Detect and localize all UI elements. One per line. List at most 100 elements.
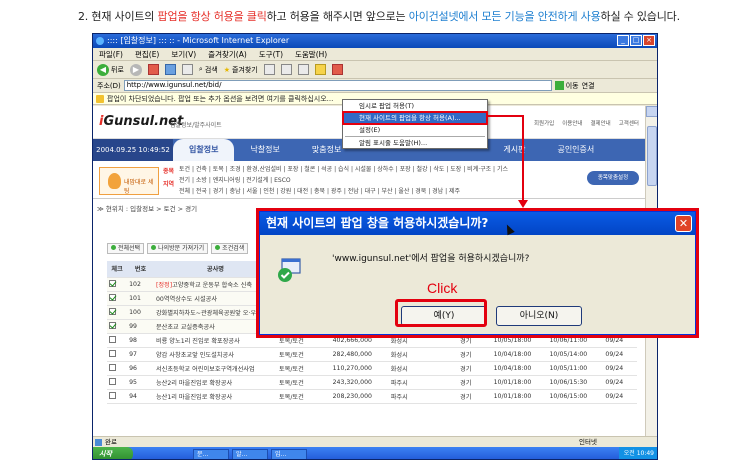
status-text: 완료 bbox=[105, 438, 117, 446]
category-list-trade[interactable]: 토건 | 건축 | 토목 | 조경 | 환경,산업설비 | 포장 | 철콘 | … bbox=[179, 164, 508, 173]
mail-icon[interactable] bbox=[280, 64, 292, 75]
row-checkbox[interactable] bbox=[109, 336, 116, 344]
menu-favorites[interactable]: 즐겨찾기(A) bbox=[208, 48, 247, 60]
link-join[interactable]: 회원가입 bbox=[534, 119, 554, 127]
dialog-close-button[interactable]: ✕ bbox=[675, 215, 692, 232]
project-name-link[interactable]: 능산1리 마을진입로 확장공사 bbox=[156, 394, 232, 401]
my-setting-button[interactable]: 내맘대로 세팅 bbox=[99, 167, 159, 195]
my-bid-button[interactable]: 나의방문 가져가기 bbox=[147, 243, 209, 254]
links-label[interactable]: 연결 bbox=[582, 81, 595, 91]
link-payment[interactable]: 결제안내 bbox=[591, 119, 611, 127]
cell-d2: 10/05/14:00 bbox=[547, 347, 604, 362]
menu-bar: 파일(F) 편집(E) 보기(V) 즐겨찾기(A) 도구(T) 도움말(H) bbox=[93, 48, 657, 61]
menu-item-allow-temporarily[interactable]: 임시로 팝업 허용(T) bbox=[343, 100, 487, 112]
tab-certificate[interactable]: 공인인증서 bbox=[541, 139, 610, 161]
project-name-link[interactable]: 00역역상수도 시설공사 bbox=[156, 296, 217, 303]
select-all-button[interactable]: 전체선택 bbox=[107, 243, 145, 254]
row-checkbox[interactable] bbox=[109, 364, 116, 372]
instruction-highlight-blue: 아이건설넷에서 모든 기능을 안전하게 사용 bbox=[408, 10, 601, 23]
category-list-trade-2[interactable]: 전기 | 소방 | 엔지니어링 | 전기설계 | ESCO bbox=[179, 175, 291, 184]
menu-view[interactable]: 보기(V) bbox=[171, 48, 196, 60]
row-checkbox[interactable] bbox=[109, 322, 116, 330]
task-item[interactable]: 문... bbox=[193, 448, 229, 459]
row-checkbox[interactable] bbox=[109, 294, 116, 302]
menu-tools[interactable]: 도구(T) bbox=[259, 48, 283, 60]
table-row[interactable]: 97 양감 사창초교앞 인도설치공사 토목/토건 282,480,000 화성시 경기 10… bbox=[107, 347, 637, 362]
print-icon[interactable] bbox=[297, 64, 309, 75]
cell-d1: 10/04/18:00 bbox=[491, 347, 548, 362]
menu-item-infobar-help[interactable]: 알림 표시줄 도움말(H)... bbox=[343, 137, 487, 149]
link-guide[interactable]: 이용안내 bbox=[562, 119, 582, 127]
cell-no: 97 bbox=[127, 347, 154, 362]
menu-file[interactable]: 파일(F) bbox=[99, 48, 123, 60]
tab-award-info[interactable]: 낙찰정보 bbox=[234, 139, 295, 161]
cell-no: 94 bbox=[127, 389, 154, 404]
menu-help[interactable]: 도움말(H) bbox=[295, 48, 327, 60]
cell-d3: 09/24 bbox=[603, 347, 637, 362]
row-checkbox[interactable] bbox=[109, 392, 116, 400]
row-checkbox[interactable] bbox=[109, 350, 116, 358]
history-icon[interactable] bbox=[263, 64, 275, 75]
pin-icon bbox=[108, 173, 121, 189]
taskbar: 시작 문... 알... 입... 오전 10:49 bbox=[93, 447, 657, 459]
table-row[interactable]: 96 서신초등학교 어린이보호구역개선사업 토목/토건 110,270,000 화성시 경… bbox=[107, 361, 637, 376]
project-name-link[interactable]: 비룡 양노1리 진입로 확포장공사 bbox=[156, 338, 240, 345]
tab-board[interactable]: 게시판 bbox=[487, 139, 541, 161]
scroll-thumb[interactable] bbox=[647, 126, 657, 186]
table-row[interactable]: 95 능산2리 마을진입로 확장공사 토목/토건 243,320,000 파주시 경기 10… bbox=[107, 375, 637, 390]
cell-no: 102 bbox=[127, 277, 154, 292]
menu-item-settings[interactable]: 설정(E) bbox=[343, 124, 487, 136]
scroll-up-arrow[interactable] bbox=[646, 106, 657, 117]
breadcrumb: ≫ 현위치 : 입찰정보 > 토건 > 경기 bbox=[97, 205, 198, 213]
messenger-icon[interactable] bbox=[331, 64, 343, 75]
go-arrow-icon bbox=[554, 81, 564, 90]
category-list-region[interactable]: 전체 | 전국 | 경기 | 충남 | 서울 | 인천 | 강원 | 대전 | … bbox=[179, 186, 460, 195]
go-button[interactable]: 이동 bbox=[554, 81, 579, 91]
minimize-button[interactable]: _ bbox=[617, 35, 629, 46]
favorites-button[interactable]: ★ 즐겨찾기 bbox=[224, 65, 258, 75]
window-close-button[interactable]: × bbox=[643, 35, 655, 46]
tab-bid-info[interactable]: 입찰정보 bbox=[173, 139, 235, 161]
refresh-icon[interactable] bbox=[164, 64, 176, 75]
address-label: 주소(D) bbox=[97, 81, 121, 90]
menu-item-always-allow[interactable]: 현재 사이트의 팝업을 항상 허용(A)... bbox=[342, 111, 488, 125]
forward-button[interactable]: ▶ bbox=[129, 63, 142, 76]
project-name-link[interactable]: 서신초등학교 어린이보호구역개선사업 bbox=[156, 366, 255, 373]
folder-icon[interactable] bbox=[314, 64, 326, 75]
maximize-button[interactable]: □ bbox=[630, 35, 642, 46]
task-item[interactable]: 입... bbox=[271, 448, 307, 459]
click-annotation: Click bbox=[427, 280, 458, 296]
link-support[interactable]: 고객센터 bbox=[619, 119, 639, 127]
condition-search-button[interactable]: 조건검색 bbox=[211, 243, 249, 254]
toolbar: ◀ 뒤로 ▶ ⌕ 검색 ★ 즐겨찾기 bbox=[93, 61, 657, 79]
category-filter: 내맘대로 세팅 종목 지역 토건 | 건축 | 토목 | 조경 | 환경,산업설… bbox=[93, 161, 645, 199]
dialog-titlebar[interactable]: 현재 사이트의 팝업 창을 허용하시겠습니까? ✕ bbox=[260, 212, 695, 235]
cell-d3: 09/24 bbox=[603, 361, 637, 376]
project-name-link[interactable]: 고양중학교 운동부 합숙소 신축 bbox=[172, 282, 252, 289]
menu-edit[interactable]: 편집(E) bbox=[135, 48, 159, 60]
no-button[interactable]: 아니오(N) bbox=[496, 306, 582, 326]
project-name-link[interactable]: 능산2리 마을진입로 확장공사 bbox=[156, 380, 232, 387]
cell-d2: 10/06/15:30 bbox=[547, 375, 604, 390]
search-button[interactable]: ⌕ 검색 bbox=[199, 65, 218, 75]
security-zone: 인터넷 bbox=[579, 438, 597, 446]
row-checkbox[interactable] bbox=[109, 280, 116, 288]
window-titlebar[interactable]: :::: [입찰정보] ::: :: - Microsoft Internet … bbox=[93, 34, 657, 48]
table-row[interactable]: 94 능산1리 마을진입로 확장공사 토목/토건 208,230,000 파주시 경기 10… bbox=[107, 389, 637, 404]
stop-icon[interactable] bbox=[147, 64, 159, 75]
task-item[interactable]: 알... bbox=[232, 448, 268, 459]
address-input[interactable]: http://www.igunsul.net/bid/ bbox=[123, 80, 552, 91]
back-button[interactable]: ◀ 뒤로 bbox=[97, 63, 124, 76]
back-arrow-icon: ◀ bbox=[97, 63, 109, 76]
cell-d3: 09/24 bbox=[603, 375, 637, 390]
row-checkbox[interactable] bbox=[109, 308, 116, 316]
project-name-link[interactable]: 문산초교 교실증축공사 bbox=[156, 324, 215, 331]
start-button[interactable]: 시작 bbox=[93, 447, 133, 459]
home-icon[interactable] bbox=[181, 64, 193, 75]
project-name-link[interactable]: 양감 사창초교앞 인도설치공사 bbox=[156, 352, 234, 359]
custom-setting-badge[interactable]: 종목맞춤설정 bbox=[587, 171, 639, 185]
category-tags: 종목 지역 bbox=[163, 168, 175, 188]
cell-amt: 282,480,000 bbox=[330, 347, 389, 362]
row-checkbox[interactable] bbox=[109, 378, 116, 386]
cell-d1: 10/04/18:00 bbox=[491, 361, 548, 376]
